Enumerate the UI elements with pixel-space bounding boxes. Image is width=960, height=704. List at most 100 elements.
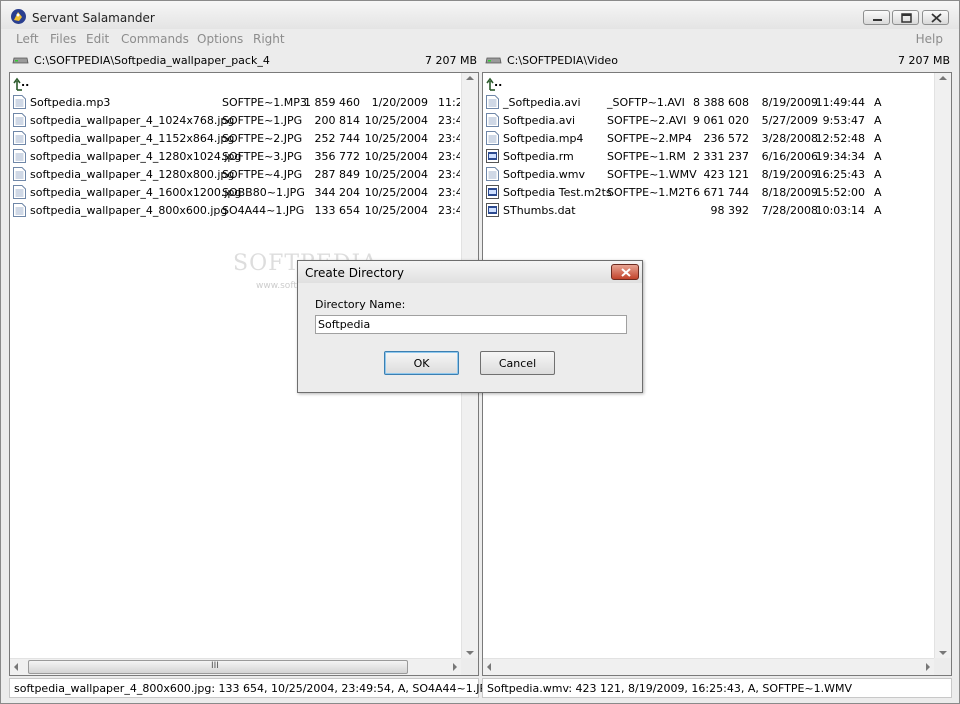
file-short: SOFTPE~3.JPG [222,150,303,163]
ok-button[interactable]: OK [384,351,459,375]
menu-options[interactable]: Options [197,32,243,46]
file-size: 356 772 [314,150,361,163]
scroll-up-arrow-icon[interactable] [466,76,474,80]
file-row[interactable]: Softpedia.mp3 SOFTPE~1.MP3 1 859 460 1/20/2… [10,93,460,111]
file-row[interactable]: Softpedia.avi SOFTPE~2.AVI 9 061 020 5/27/2… [483,111,933,129]
restore-icon [901,13,912,23]
file-name: Softpedia.avi [503,114,576,127]
image-file-icon [13,185,26,199]
file-row[interactable]: softpedia_wallpaper_4_1280x1024.jpg SOFTP… [10,147,460,165]
left-horizontal-scrollbar[interactable]: III [10,658,461,675]
create-directory-dialog: Create Directory Directory Name: OK Canc… [297,260,643,393]
file-name: softpedia_wallpaper_4_1280x1024.jpg [30,150,242,163]
maximize-button[interactable] [892,10,919,25]
file-time: 11:49:44 [815,96,865,109]
parent-directory-row[interactable]: .. [10,75,460,93]
file-short: _SOFTP~1.AVI [607,96,685,109]
file-time: 23:4 [438,114,460,127]
dialog-title-bar[interactable]: Create Directory [298,261,642,283]
file-short: SOFTPE~1.WMV [607,168,697,181]
file-date: 10/25/2004 [364,186,428,199]
file-name: Softpedia.rm [503,150,574,163]
right-horizontal-scrollbar[interactable] [483,658,934,675]
parent-directory-row[interactable]: .. [483,75,933,93]
file-date: 10/25/2004 [364,114,428,127]
left-free-space: 7 207 MB [424,54,477,67]
file-row[interactable]: softpedia_wallpaper_4_1280x800.jpg SOFTPE… [10,165,460,183]
file-row[interactable]: SThumbs.dat 98 392 7/28/2008 10:03:14 A [483,201,933,219]
scroll-down-arrow-icon[interactable] [939,651,947,655]
app-window: Servant Salamander Left Files Edit Comma… [0,0,960,704]
scroll-down-arrow-icon[interactable] [466,651,474,655]
file-date: 8/19/2009 [761,96,818,109]
left-scroll-thumb[interactable]: III [28,660,408,674]
minimize-icon [873,19,882,21]
menu-left[interactable]: Left [16,32,39,46]
video-file-icon [486,113,499,127]
cancel-button[interactable]: Cancel [480,351,555,375]
file-row[interactable]: softpedia_wallpaper_4_1024x768.jpg SOFTPE… [10,111,460,129]
menu-bar: Left Files Edit Commands Options Right H… [1,30,959,48]
file-short: SOBB80~1.JPG [222,186,305,199]
file-size: 423 121 [703,168,750,181]
file-date: 6/16/2006 [761,150,818,163]
video-file-icon [486,131,499,145]
minimize-button[interactable] [863,10,890,25]
file-date: 1/20/2009 [371,96,428,109]
right-path: C:\SOFTPEDIA\Video [507,54,618,67]
scroll-grip: III [211,661,219,671]
left-path-bar[interactable]: C:\SOFTPEDIA\Softpedia_wallpaper_pack_4 … [9,51,479,71]
scroll-up-arrow-icon[interactable] [939,76,947,80]
file-short: SOFTPE~2.AVI [607,114,687,127]
file-name: SThumbs.dat [503,204,576,217]
file-size: 1 859 460 [304,96,360,109]
media-file-icon [486,203,499,217]
right-vertical-scrollbar[interactable] [934,73,951,658]
title-bar[interactable]: Servant Salamander [1,1,959,29]
menu-edit[interactable]: Edit [86,32,109,46]
file-date: 10/25/2004 [364,204,428,217]
file-row[interactable]: Softpedia.wmv SOFTPE~1.WMV 423 121 8/19/200… [483,165,933,183]
file-name: Softpedia.mp3 [30,96,111,109]
file-date: 10/25/2004 [364,168,428,181]
file-date: 8/19/2009 [761,168,818,181]
file-row[interactable]: softpedia_wallpaper_4_1152x864.jpg SOFTPE… [10,129,460,147]
parent-directory-label: .. [494,76,503,89]
menu-files[interactable]: Files [50,32,76,46]
file-name: softpedia_wallpaper_4_800x600.jpg [30,204,228,217]
left-path: C:\SOFTPEDIA\Softpedia_wallpaper_pack_4 [34,54,270,67]
file-name: _Softpedia.avi [503,96,581,109]
menu-right[interactable]: Right [253,32,285,46]
parent-directory-label: .. [21,76,30,89]
left-status-text: softpedia_wallpaper_4_800x600.jpg: 133 6… [14,682,495,695]
file-row[interactable]: Softpedia.mp4 SOFTPE~2.MP4 236 572 3/28/200… [483,129,933,147]
scroll-left-arrow-icon[interactable] [14,663,18,671]
directory-name-input[interactable] [315,315,627,334]
scroll-left-arrow-icon[interactable] [487,663,491,671]
file-size: 200 814 [314,114,361,127]
file-row[interactable]: Softpedia Test.m2ts SOFTPE~1.M2T 6 671 744… [483,183,933,201]
file-time: 15:52:00 [815,186,865,199]
file-size: 9 061 020 [693,114,749,127]
file-size: 252 744 [314,132,361,145]
scroll-right-arrow-icon[interactable] [453,663,457,671]
right-path-bar[interactable]: C:\SOFTPEDIA\Video 7 207 MB [482,51,952,71]
file-row[interactable]: softpedia_wallpaper_4_1600x1200.jpg SOBB8… [10,183,460,201]
file-row[interactable]: softpedia_wallpaper_4_800x600.jpg SO4A44~… [10,201,460,219]
file-row[interactable]: Softpedia.rm SOFTPE~1.RM 2 331 237 6/16/200… [483,147,933,165]
image-file-icon [13,203,26,217]
menu-help[interactable]: Help [916,32,943,46]
close-button[interactable] [922,10,949,25]
file-date: 10/25/2004 [364,150,428,163]
file-size: 287 849 [314,168,361,181]
file-row[interactable]: _Softpedia.avi _SOFTP~1.AVI 8 388 608 8/19/… [483,93,933,111]
scroll-right-arrow-icon[interactable] [926,663,930,671]
directory-name-label: Directory Name: [315,298,406,311]
dialog-close-button[interactable] [611,264,639,280]
file-size: 2 331 237 [693,150,749,163]
menu-commands[interactable]: Commands [121,32,189,46]
file-date: 7/28/2008 [761,204,818,217]
file-name: softpedia_wallpaper_4_1024x768.jpg [30,114,235,127]
file-time: 10:03:14 [815,204,865,217]
file-short: SOFTPE~2.MP4 [607,132,692,145]
